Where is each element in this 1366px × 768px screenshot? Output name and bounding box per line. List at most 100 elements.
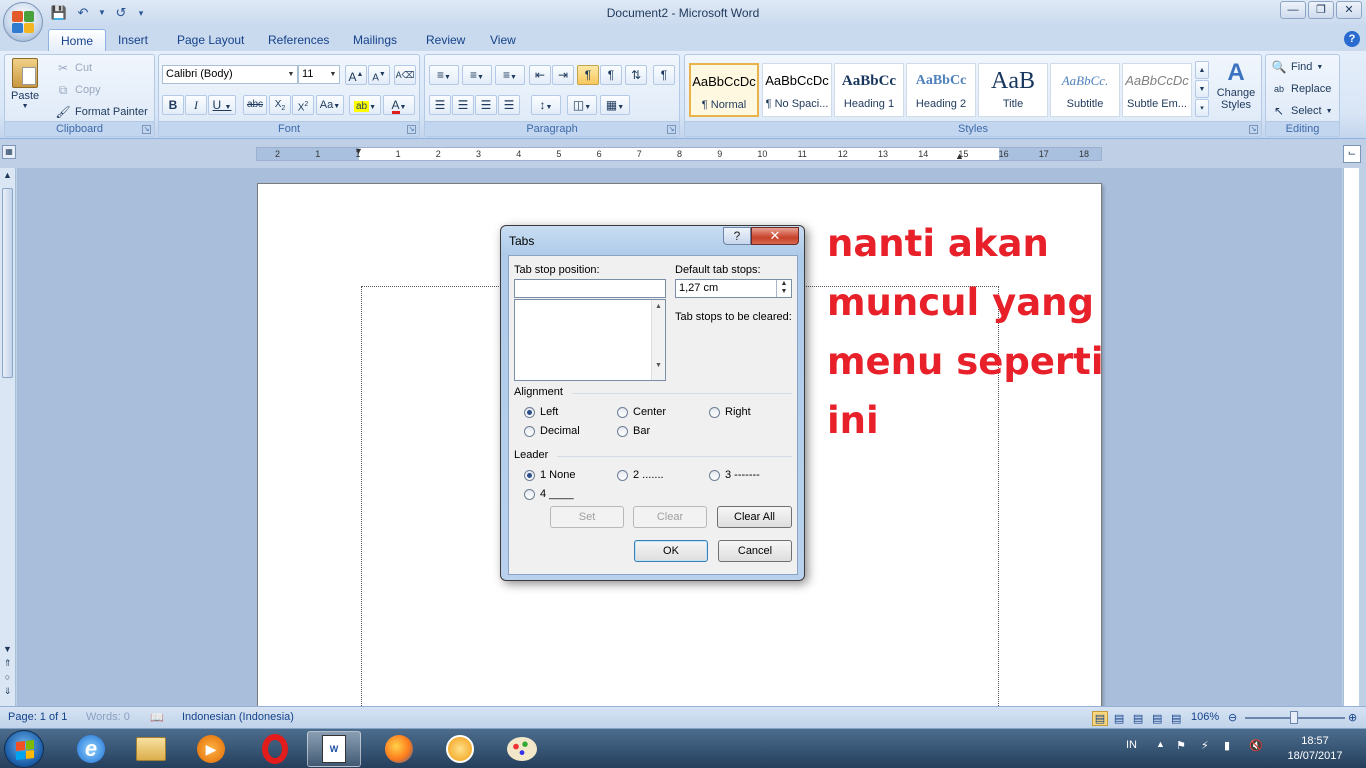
font-launcher-icon[interactable]: ↘ — [407, 125, 416, 134]
word-taskbar-icon[interactable]: W — [307, 731, 361, 767]
show-hidden-icons-icon[interactable]: ▲ — [1156, 739, 1165, 749]
format-painter-button[interactable]: 🖌 Format Painter — [55, 104, 147, 120]
cut-button[interactable]: ✂ Cut — [55, 60, 92, 76]
paste-button[interactable]: Paste ▼ — [11, 58, 39, 110]
font-size-combo[interactable]: 11 ▼ — [298, 65, 340, 84]
browse-object-icon[interactable]: ○ — [2, 672, 13, 682]
leader-dots-radio[interactable]: 2 ....... — [617, 469, 664, 481]
alignment-center-radio[interactable]: Center — [617, 406, 666, 418]
start-button[interactable] — [4, 730, 44, 768]
subscript-button[interactable]: X2 — [269, 95, 291, 115]
align-center-button[interactable]: ☰ — [452, 95, 474, 115]
align-right-button[interactable]: ☰ — [475, 95, 497, 115]
decrease-indent-button[interactable]: ⇤ — [529, 65, 551, 85]
copy-button[interactable]: ⧉ Copy — [55, 82, 101, 98]
tab-stops-list[interactable]: ▲ ▼ — [514, 299, 666, 381]
style-no-spacing[interactable]: AaBbCcDc ¶ No Spaci... — [762, 63, 832, 117]
list-scrollbar[interactable]: ▲ ▼ — [651, 300, 665, 380]
styles-scroll-up-button[interactable]: ▲ — [1195, 61, 1209, 79]
alignment-bar-radio[interactable]: Bar — [617, 425, 650, 437]
leader-dashes-radio[interactable]: 3 ------- — [709, 469, 760, 481]
next-page-icon[interactable]: ⇓ — [2, 686, 13, 697]
tab-stop-position-input[interactable] — [514, 279, 666, 298]
input-language-indicator[interactable]: IN — [1126, 739, 1137, 751]
tab-view[interactable]: View — [478, 29, 528, 51]
justify-button[interactable]: ☰ — [498, 95, 520, 115]
bold-button[interactable]: B — [162, 95, 184, 115]
opera-icon[interactable] — [248, 731, 302, 767]
align-left-button[interactable]: ☰ — [429, 95, 451, 115]
font-color-button[interactable]: A▼ — [383, 95, 415, 115]
shading-button[interactable]: ◫▼ — [567, 95, 597, 115]
zoom-slider-thumb[interactable] — [1290, 711, 1298, 724]
underline-button[interactable]: U ▼ — [208, 95, 236, 115]
style-normal[interactable]: AaBbCcDc ¶ Normal — [689, 63, 759, 117]
rtl-button[interactable]: ¶ — [600, 65, 622, 85]
style-heading-2[interactable]: AaBbCc Heading 2 — [906, 63, 976, 117]
set-button[interactable]: Set — [550, 506, 624, 528]
proofing-icon[interactable]: 📖 — [150, 711, 164, 724]
ltr-button[interactable]: ¶ — [577, 65, 599, 85]
clear-formatting-button[interactable]: A⌫ — [394, 65, 416, 85]
grow-font-button[interactable]: A▲ — [345, 65, 367, 85]
show-marks-button[interactable]: ¶ — [653, 65, 675, 85]
dialog-help-button[interactable]: ? — [723, 227, 751, 245]
close-button[interactable]: ✕ — [1336, 1, 1362, 19]
full-screen-reading-icon[interactable]: ▤ — [1111, 712, 1127, 725]
tab-page-layout[interactable]: Page Layout — [165, 29, 256, 51]
alignment-right-radio[interactable]: Right — [709, 406, 751, 418]
right-indent-marker-icon[interactable]: ▲ — [955, 151, 964, 161]
previous-page-icon[interactable]: ⇑ — [2, 658, 13, 669]
indent-marker-icon[interactable]: ▼ — [354, 146, 363, 156]
multilevel-list-button[interactable]: ≡▼ — [495, 65, 525, 85]
leader-none-radio[interactable]: 1 None — [524, 469, 575, 481]
alignment-left-radio[interactable]: Left — [524, 406, 558, 418]
shrink-font-button[interactable]: A▼ — [368, 65, 390, 85]
zoom-out-icon[interactable]: ⊖ — [1228, 711, 1237, 724]
word-count[interactable]: Words: 0 — [86, 711, 130, 723]
sort-button[interactable]: ⇅ — [625, 65, 647, 85]
office-button[interactable] — [3, 2, 43, 42]
tab-insert[interactable]: Insert — [106, 29, 160, 51]
volume-muted-icon[interactable]: 🔇 — [1249, 739, 1263, 752]
ok-button[interactable]: OK — [634, 540, 708, 562]
scroll-up-icon[interactable]: ▲ — [2, 170, 13, 180]
change-styles-button[interactable]: A Change Styles — [1213, 59, 1259, 111]
firefox-icon[interactable] — [372, 731, 426, 767]
numbering-button[interactable]: ≡▼ — [462, 65, 492, 85]
style-title[interactable]: AaB Title — [978, 63, 1048, 117]
dialog-close-button[interactable]: ✕ — [751, 227, 799, 245]
ruler-toggle-icon[interactable]: ▦ — [2, 145, 16, 159]
paragraph-launcher-icon[interactable]: ↘ — [667, 125, 676, 134]
help-icon[interactable]: ? — [1344, 31, 1360, 47]
outline-icon[interactable]: ▤ — [1149, 712, 1165, 725]
styles-launcher-icon[interactable]: ↘ — [1249, 125, 1258, 134]
default-tab-stops-spinner[interactable]: ▲ ▼ — [776, 280, 791, 297]
increase-indent-button[interactable]: ⇥ — [552, 65, 574, 85]
horizontal-ruler[interactable]: 2 1 1 1 2 3 4 5 6 7 8 9 10 11 12 13 14 15 16 17 18 ▼ ▲ — [256, 146, 1102, 161]
font-name-combo[interactable]: Calibri (Body) ▼ — [162, 65, 298, 84]
print-layout-icon[interactable]: ▤ — [1092, 711, 1108, 726]
cancel-button[interactable]: Cancel — [718, 540, 792, 562]
find-button[interactable]: 🔍 Find ▼ — [1271, 59, 1324, 75]
replace-button[interactable]: ab Replace — [1271, 81, 1331, 97]
clear-all-button[interactable]: Clear All — [717, 506, 792, 528]
language-indicator[interactable]: Indonesian (Indonesia) — [182, 711, 294, 723]
styles-more-button[interactable]: ▾ — [1195, 99, 1209, 117]
alignment-decimal-radio[interactable]: Decimal — [524, 425, 580, 437]
power-icon[interactable]: ⚡ — [1201, 739, 1209, 752]
network-signal-icon[interactable]: ▮ — [1224, 739, 1230, 752]
select-button[interactable]: ↖ Select ▼ — [1271, 103, 1333, 119]
vertical-scroll-thumb[interactable] — [2, 188, 13, 378]
minimize-button[interactable]: — — [1280, 1, 1306, 19]
tab-mailings[interactable]: Mailings — [341, 29, 409, 51]
page-count[interactable]: Page: 1 of 1 — [8, 711, 67, 723]
tab-review[interactable]: Review — [414, 29, 477, 51]
media-player-icon[interactable]: ▶ — [184, 731, 238, 767]
style-subtle-emphasis[interactable]: AaBbCcDc Subtle Em... — [1122, 63, 1192, 117]
styles-scroll-down-button[interactable]: ▼ — [1195, 80, 1209, 98]
style-subtitle[interactable]: AaBbCc. Subtitle — [1050, 63, 1120, 117]
zoom-in-icon[interactable]: ⊕ — [1348, 711, 1357, 724]
italic-button[interactable]: I — [185, 95, 207, 115]
clear-button[interactable]: Clear — [633, 506, 707, 528]
